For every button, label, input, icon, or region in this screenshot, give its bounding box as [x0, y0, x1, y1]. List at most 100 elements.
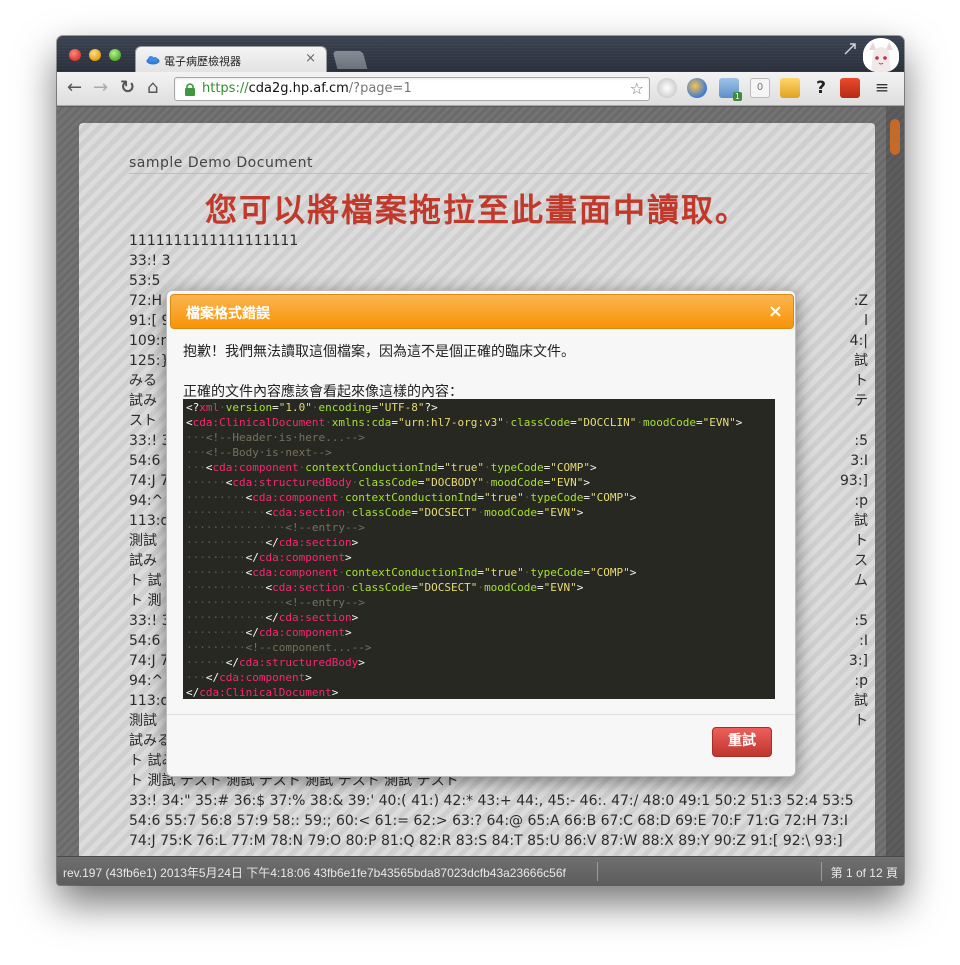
code-line: ············</cda:section>	[186, 535, 772, 550]
drop-hint: 您可以將檔案拖拉至此畫面中讀取。	[204, 191, 749, 229]
extension-puzzle-icon[interactable]: 1	[719, 78, 742, 101]
code-token: =	[537, 581, 544, 594]
extension-globe-icon[interactable]	[687, 78, 707, 98]
code-token: <	[186, 416, 193, 429]
dialog-title: 檔案格式錯誤	[186, 306, 270, 322]
minimize-window-button[interactable]	[89, 49, 101, 61]
document-text-fragment: 93:]	[840, 473, 868, 489]
address-bar[interactable]: https://cda2g.hp.af.cm/?page=1 ☆	[174, 77, 650, 101]
document-text-line: 33:! 3	[129, 253, 171, 269]
new-tab-button[interactable]	[332, 51, 368, 69]
code-token: ·	[338, 491, 345, 504]
menu-icon[interactable]: ≡	[872, 78, 892, 98]
code-token: ···	[186, 461, 206, 474]
code-line: ······<cda:structuredBody·classCode="DOC…	[186, 475, 772, 490]
code-token: "true"	[484, 491, 524, 504]
code-token: =	[695, 416, 703, 429]
code-token: xmlns:cda	[331, 416, 392, 429]
vertical-scrollbar[interactable]	[886, 107, 904, 856]
document-text-line: 33:! 34:" 35:# 36:$ 37:% 38:& 39:' 40:( …	[129, 793, 854, 809]
code-token: ·	[503, 416, 511, 429]
code-token: cda:component	[258, 551, 345, 564]
zoom-window-button[interactable]	[109, 49, 121, 61]
code-token: ···	[186, 431, 206, 444]
status-bar: rev.197 (43fb6e1) 2013年5月24日 下午4:18:06 4…	[57, 856, 904, 885]
profile-avatar[interactable]	[863, 38, 899, 72]
document-text-fragment: :p	[854, 493, 868, 509]
code-token: cda:ClinicalDocument	[192, 416, 326, 429]
code-token: ·········	[186, 491, 246, 504]
code-token: "true"	[444, 461, 485, 474]
extension-notes-icon[interactable]	[780, 78, 800, 98]
code-token: contextConductionInd	[305, 461, 438, 474]
fullscreen-icon[interactable]	[843, 42, 857, 56]
code-token: classCode	[510, 416, 571, 429]
code-token: xml	[199, 401, 220, 414]
page-indicator: 第 1 of 12 頁	[830, 866, 898, 880]
code-token: moodCode	[484, 506, 538, 519]
code-token: "true"	[484, 566, 524, 579]
code-token: "EVN"	[543, 581, 577, 594]
code-token: ············	[186, 506, 266, 519]
document-text-fragment: 試	[854, 513, 868, 529]
code-token: >	[735, 416, 743, 429]
extension-red-icon[interactable]	[840, 78, 860, 98]
document-text-fragment: テ	[854, 393, 868, 409]
code-line: ············<cda:section·classCode="DOCS…	[186, 580, 772, 595]
dialog-close-icon[interactable]: ×	[768, 301, 783, 322]
code-line: ·········<!--component...-->	[186, 640, 772, 655]
code-token: cda:section	[272, 506, 345, 519]
code-line: ···<!--Header·is·here...-->	[186, 430, 772, 445]
code-token: >	[344, 626, 352, 639]
code-token: "urn:hl7-org:v3"	[397, 416, 504, 429]
extension-circle-icon[interactable]	[657, 78, 677, 98]
lock-icon	[185, 83, 195, 96]
tab-close-icon[interactable]: ×	[305, 51, 316, 66]
code-line: <cda:ClinicalDocument·xmlns:cda="urn:hl7…	[186, 415, 772, 430]
code-token: cda:component	[252, 566, 339, 579]
code-line: ···<cda:component·contextConductionInd="…	[186, 460, 772, 475]
code-token: >	[351, 536, 359, 549]
forward-arrow-icon[interactable]: →	[93, 78, 108, 98]
back-arrow-icon[interactable]: ←	[67, 78, 82, 98]
code-line: ···</cda:component>	[186, 670, 772, 685]
code-token: "UTF-8"	[378, 401, 425, 414]
code-token: "COMP"	[550, 461, 591, 474]
code-token: >	[358, 656, 365, 669]
code-token: <!--Body·is·next-->	[205, 446, 332, 459]
code-token: </	[265, 536, 279, 549]
browser-tab[interactable]: 電子病歷檢視器 ×	[135, 46, 327, 73]
scrollbar-thumb[interactable]	[890, 119, 900, 155]
example-code-block: <?xml·version="1.0"·encoding="UTF-8"?> <c…	[183, 399, 775, 699]
code-token: ···	[186, 671, 206, 684]
error-dialog: 檔案格式錯誤 × 抱歉！我們無法讀取這個檔案，因為這不是個正確的臨床文件。 正確…	[166, 290, 796, 777]
code-token: ·········	[186, 551, 246, 564]
code-token: ·	[344, 581, 352, 594]
retry-button[interactable]: 重試	[712, 727, 772, 757]
code-token: "EVN"	[550, 476, 584, 489]
code-token: cda:component	[212, 461, 299, 474]
document-name: sample Demo Document	[129, 155, 313, 171]
document-text-line: 53:5	[129, 273, 161, 289]
reload-icon[interactable]: ↻	[120, 78, 135, 98]
bookmark-star-icon[interactable]: ☆	[630, 79, 644, 98]
code-token: classCode	[351, 506, 412, 519]
code-token: ···	[186, 446, 206, 459]
code-token: >	[583, 476, 591, 489]
close-window-button[interactable]	[69, 49, 81, 61]
code-token: moodCode	[490, 476, 544, 489]
code-line: ·········</cda:component>	[186, 550, 772, 565]
code-line: </cda:ClinicalDocument>	[186, 685, 772, 699]
code-token: cda:component	[219, 671, 306, 684]
code-token: =	[391, 416, 398, 429]
code-token: <	[205, 461, 213, 474]
home-icon[interactable]: ⌂	[147, 78, 158, 98]
code-token: classCode	[351, 581, 412, 594]
code-token: cda:section	[278, 611, 352, 624]
document-text-fragment: ム	[854, 573, 868, 589]
help-icon[interactable]: ?	[811, 78, 831, 98]
code-token: >	[576, 506, 584, 519]
code-token: ?>	[424, 401, 438, 414]
extension-counter[interactable]: 0	[750, 78, 770, 98]
divider	[129, 173, 869, 174]
